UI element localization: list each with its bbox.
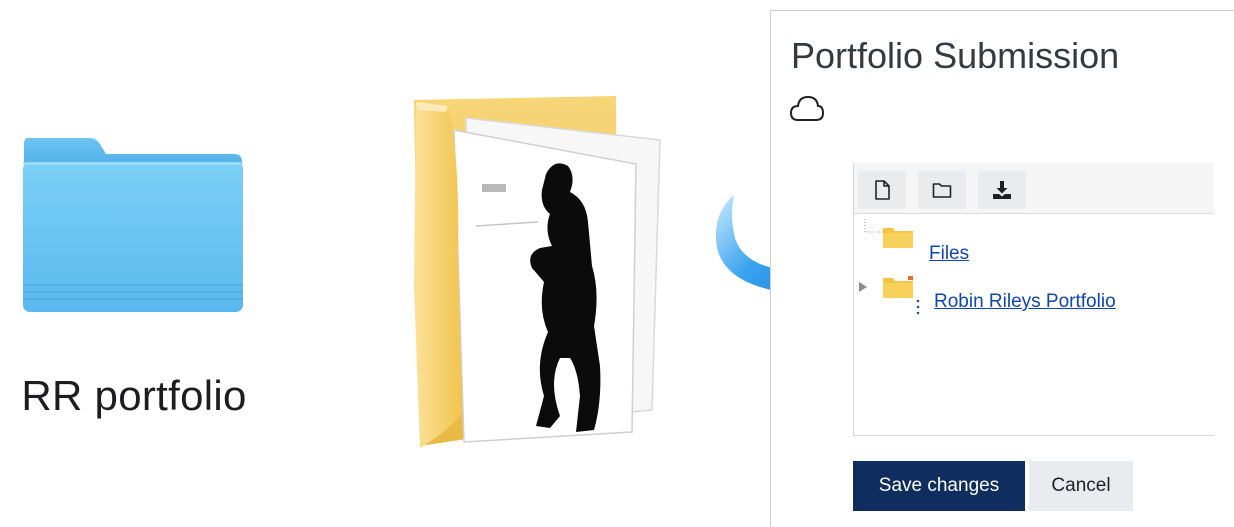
more-options-icon[interactable] bbox=[916, 299, 920, 315]
mac-folder-icon[interactable] bbox=[22, 134, 244, 314]
folder-icon bbox=[883, 276, 913, 298]
save-changes-button[interactable]: Save changes bbox=[853, 461, 1025, 511]
add-file-button[interactable] bbox=[858, 171, 906, 209]
panel-title: Portfolio Submission bbox=[791, 35, 1120, 76]
portfolio-submission-panel: Portfolio Submission Files Robin Rileys … bbox=[770, 10, 1234, 527]
mac-folder-label[interactable]: RR portfolio bbox=[0, 372, 268, 420]
tree-guide-line bbox=[864, 219, 884, 233]
file-manager: Files Robin Rileys Portfolio bbox=[853, 163, 1214, 436]
cancel-button[interactable]: Cancel bbox=[1029, 461, 1133, 511]
cloud-icon bbox=[789, 95, 825, 121]
stage: RR portfolio Portfolio Submission Files … bbox=[0, 0, 1234, 527]
tree-item-files[interactable]: Files bbox=[929, 243, 969, 265]
expand-arrow-icon[interactable] bbox=[858, 281, 868, 293]
file-manager-toolbar bbox=[854, 163, 1214, 214]
download-all-button[interactable] bbox=[978, 171, 1026, 209]
download-icon bbox=[993, 181, 1011, 199]
folder-icon bbox=[883, 228, 913, 248]
folder-with-documents-icon bbox=[414, 96, 661, 448]
create-folder-button[interactable] bbox=[918, 171, 966, 209]
new-file-icon bbox=[875, 180, 890, 200]
new-folder-icon bbox=[932, 183, 952, 198]
tree-item-robin-rileys-portfolio[interactable]: Robin Rileys Portfolio bbox=[934, 291, 1116, 313]
